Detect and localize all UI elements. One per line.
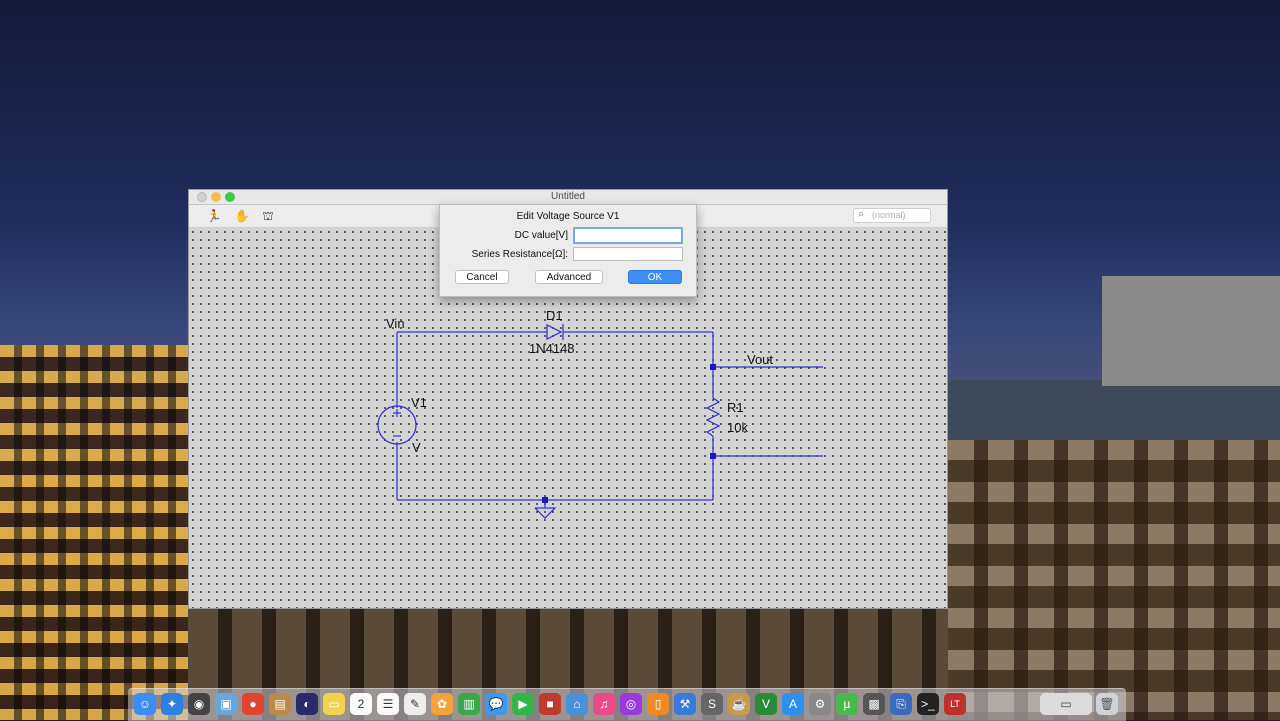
resistor-zigzag: [705, 397, 721, 437]
textedit-icon[interactable]: ✎: [404, 693, 426, 715]
net-label-vout: Vout: [747, 352, 773, 367]
contacts-icon[interactable]: ▤: [269, 693, 291, 715]
photos-icon[interactable]: ✿: [431, 693, 453, 715]
diode-body: [546, 324, 563, 340]
facetime-icon[interactable]: ▶: [512, 693, 534, 715]
junction-bottom-right: [710, 453, 716, 459]
eclipse-icon[interactable]: ◐: [296, 693, 318, 715]
messages-icon[interactable]: 💬: [485, 693, 507, 715]
ibooks-icon[interactable]: ▯: [647, 693, 669, 715]
numbers-icon[interactable]: ▥: [458, 693, 480, 715]
run-icon[interactable]: 🏃: [205, 207, 223, 225]
junction-vout: [710, 364, 716, 370]
desktop-wallpaper-building-right: [948, 440, 1280, 720]
window-titlebar[interactable]: Untitled: [189, 190, 947, 205]
source-value: V: [412, 440, 421, 455]
edit-voltage-source-dialog: Edit Voltage Source V1 DC value[V] Serie…: [439, 204, 697, 297]
hand-icon[interactable]: ✋: [233, 207, 251, 225]
halt-icon[interactable]: ⛫: [259, 207, 277, 225]
desktop-wallpaper-roof: [948, 380, 1280, 442]
resistor-value: 10k: [727, 420, 748, 435]
junction-ground: [542, 497, 548, 503]
xcode-icon[interactable]: ⚒: [674, 693, 696, 715]
trash-icon[interactable]: 🗑: [1096, 693, 1118, 715]
cancel-button[interactable]: Cancel: [455, 270, 509, 284]
dc-value-input[interactable]: [573, 227, 683, 244]
cup-icon[interactable]: ☕: [728, 693, 750, 715]
script-icon[interactable]: S: [701, 693, 723, 715]
resistor-ref: R1: [727, 400, 744, 415]
net-label-vin: Vin: [386, 316, 405, 331]
keynote-icon[interactable]: ⌂: [566, 693, 588, 715]
ok-button[interactable]: OK: [628, 270, 682, 284]
search-field[interactable]: ⌕ (normal): [853, 208, 931, 223]
desktop-wallpaper-building-left: [0, 345, 188, 720]
photobooth-icon[interactable]: ■: [539, 693, 561, 715]
safari-icon[interactable]: ✦: [161, 693, 183, 715]
finder-icon[interactable]: ☺: [134, 693, 156, 715]
dock: ☺ ✦ ◉ ▣ ● ▤ ◐ ▭ 2 ☰ ✎ ✿ ▥ 💬 ▶ ■ ⌂ ♫ ◎ ▯ …: [128, 688, 1126, 721]
folder-icon[interactable]: ▭: [1040, 693, 1092, 715]
itunes-icon[interactable]: ♫: [593, 693, 615, 715]
prefs-icon[interactable]: ⚙: [809, 693, 831, 715]
chrome-icon[interactable]: ●: [242, 693, 264, 715]
diode-value: 1N4148: [529, 341, 575, 356]
ltspice-icon[interactable]: LT: [944, 693, 966, 715]
calendar-icon[interactable]: 2: [350, 693, 372, 715]
ground-symbol: [534, 507, 557, 519]
launchpad-icon[interactable]: ◉: [188, 693, 210, 715]
reminders-icon[interactable]: ☰: [377, 693, 399, 715]
kvm-icon[interactable]: ⎘: [890, 693, 912, 715]
image-icon[interactable]: ▩: [863, 693, 885, 715]
source-ref: V1: [411, 395, 427, 410]
notes-icon[interactable]: ▭: [323, 693, 345, 715]
terminal-icon[interactable]: >_: [917, 693, 939, 715]
window-title: Untitled: [551, 191, 585, 202]
series-resistance-label: Series Resistance[Ω]:: [471, 249, 568, 260]
desktop-wallpaper-tower: [1102, 276, 1280, 386]
vim-icon[interactable]: V: [755, 693, 777, 715]
dialog-title: Edit Voltage Source V1: [516, 211, 620, 222]
advanced-button[interactable]: Advanced: [535, 270, 603, 284]
appstore-icon[interactable]: A: [782, 693, 804, 715]
search-placeholder: (normal): [872, 210, 906, 220]
preview-icon[interactable]: ▣: [215, 693, 237, 715]
torrent-icon[interactable]: µ: [836, 693, 858, 715]
diode-ref: D1: [546, 308, 563, 323]
search-icon: ⌕: [858, 208, 865, 220]
dc-value-label: DC value[V]: [514, 230, 568, 241]
podcast-icon[interactable]: ◎: [620, 693, 642, 715]
series-resistance-input[interactable]: [573, 247, 683, 261]
